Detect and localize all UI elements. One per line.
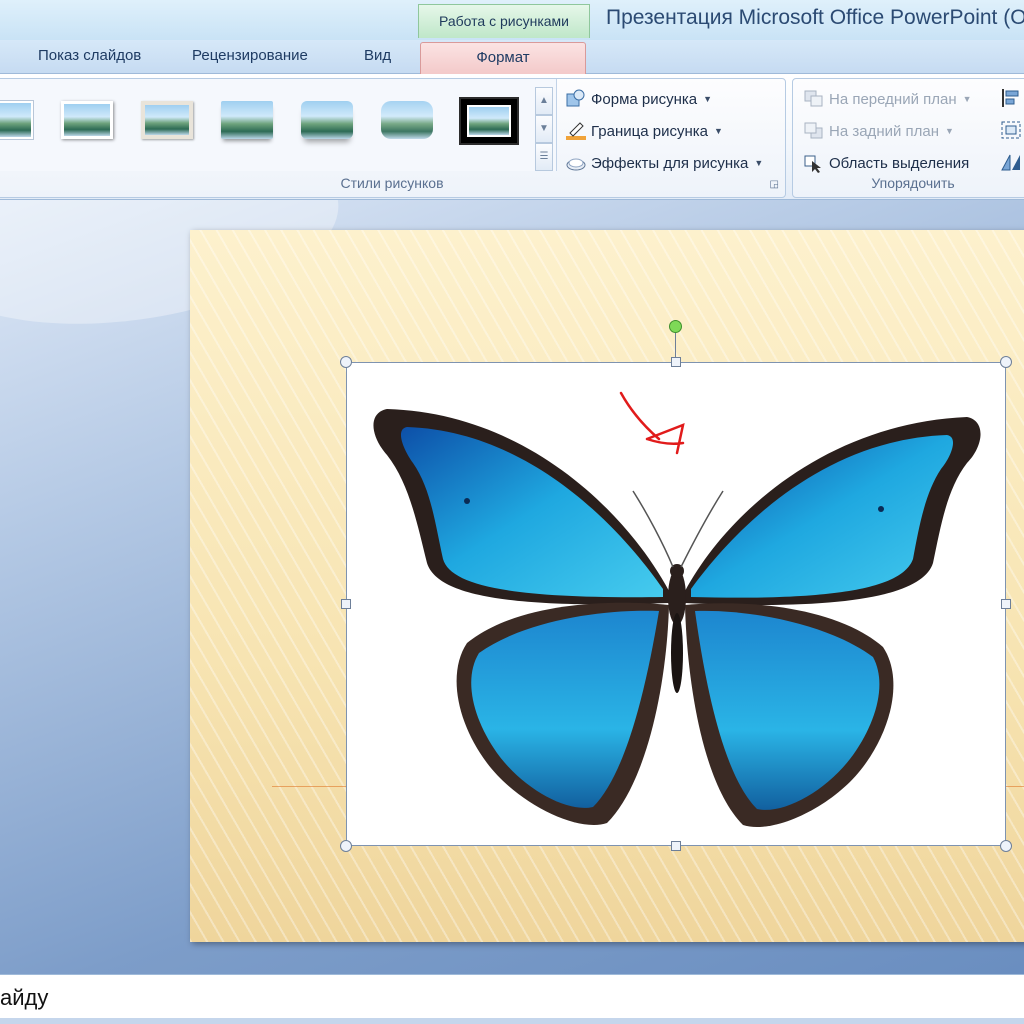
tab-review[interactable]: Рецензирование <box>192 40 308 74</box>
gallery-scroll-up-button[interactable]: ▲ <box>535 87 553 115</box>
picture-effects-button[interactable]: Эффекты для рисунка ▼ <box>565 151 763 175</box>
tab-view[interactable]: Вид <box>364 40 391 74</box>
gallery-more-button[interactable]: ☰ <box>535 143 553 171</box>
resize-handle-left[interactable] <box>341 599 351 609</box>
picture-styles-caption: Стили рисунков <box>340 175 444 191</box>
picture-shape-button[interactable]: Форма рисунка ▼ <box>565 87 712 111</box>
chevron-down-icon: ▼ <box>713 126 723 136</box>
group-icon[interactable] <box>999 119 1023 141</box>
tab-format[interactable]: Формат <box>420 42 586 76</box>
title-bar: Работа с рисунками Презентация Microsoft… <box>0 0 1024 40</box>
style-thumbnail[interactable] <box>57 97 117 145</box>
gallery-scroll-down-button[interactable]: ▼ <box>535 115 553 143</box>
resize-handle-top-left[interactable] <box>340 356 352 368</box>
chevron-down-icon: ▼ <box>703 94 713 104</box>
shape-icon <box>565 89 587 109</box>
arrange-group: На передний план ▼ На задний план ▼ Обла… <box>792 78 1024 198</box>
chevron-down-icon: ▼ <box>962 94 972 104</box>
resize-handle-top[interactable] <box>671 357 681 367</box>
window-title: Презентация Microsoft Office PowerPoint … <box>606 6 1024 29</box>
status-bar <box>0 1018 1024 1024</box>
notes-text: айду <box>0 985 49 1010</box>
guide-line <box>1006 786 1024 787</box>
style-thumbnail[interactable] <box>0 97 37 145</box>
rotation-handle[interactable] <box>669 320 682 333</box>
selection-pane-label: Область выделения <box>829 154 970 172</box>
resize-handle-bottom-right[interactable] <box>1000 840 1012 852</box>
selection-pane-button[interactable]: Область выделения <box>803 151 969 175</box>
send-to-back-label: На задний план <box>829 122 940 140</box>
rotate-icon[interactable] <box>999 151 1023 173</box>
bring-to-front-button[interactable]: На передний план ▼ <box>803 87 972 111</box>
ribbon-tab-row: Показ слайдов Рецензирование Вид Формат <box>0 40 1024 76</box>
butterfly-image <box>373 391 981 828</box>
effects-icon <box>565 153 587 173</box>
bring-to-front-label: На передний план <box>829 90 957 108</box>
chevron-down-icon: ▼ <box>945 126 954 136</box>
dialog-launcher-icon[interactable]: ◲ <box>770 179 779 190</box>
resize-handle-right[interactable] <box>1001 599 1011 609</box>
picture-styles-group: ▲ ▼ ☰ Форма рисунка ▼ Граница рисунка ▼ … <box>0 78 786 198</box>
send-back-icon <box>803 121 825 141</box>
picture-effects-label: Эффекты для рисунка <box>591 154 749 172</box>
style-thumbnail[interactable] <box>217 97 277 145</box>
ribbon: ▲ ▼ ☰ Форма рисунка ▼ Граница рисунка ▼ … <box>0 74 1024 200</box>
picture-border-label: Граница рисунка <box>591 122 708 140</box>
style-thumbnail[interactable] <box>377 97 437 145</box>
picture-tools-context-label: Работа с рисунками <box>418 4 590 38</box>
picture-styles-gallery: ▲ ▼ ☰ <box>0 79 557 171</box>
arrange-caption: Упорядочить <box>871 175 955 191</box>
style-thumbnail[interactable] <box>137 97 197 145</box>
bring-front-icon <box>803 89 825 109</box>
tab-slide-show[interactable]: Показ слайдов <box>38 40 141 74</box>
resize-handle-top-right[interactable] <box>1000 356 1012 368</box>
notes-pane[interactable]: айду <box>0 974 1024 1020</box>
style-thumbnail[interactable] <box>297 97 357 145</box>
picture-shape-label: Форма рисунка <box>591 90 698 108</box>
resize-handle-bottom-left[interactable] <box>340 840 352 852</box>
chevron-down-icon: ▼ <box>754 158 764 168</box>
selection-pane-icon <box>803 153 825 173</box>
selected-picture[interactable] <box>346 362 1006 846</box>
send-to-back-button[interactable]: На задний план ▼ <box>803 119 954 143</box>
picture-border-button[interactable]: Граница рисунка ▼ <box>565 119 723 143</box>
style-thumbnail-selected[interactable] <box>459 97 519 145</box>
pen-border-icon <box>565 121 587 141</box>
resize-handle-bottom[interactable] <box>671 841 681 851</box>
align-icon[interactable] <box>999 87 1023 109</box>
guide-line <box>272 786 346 787</box>
